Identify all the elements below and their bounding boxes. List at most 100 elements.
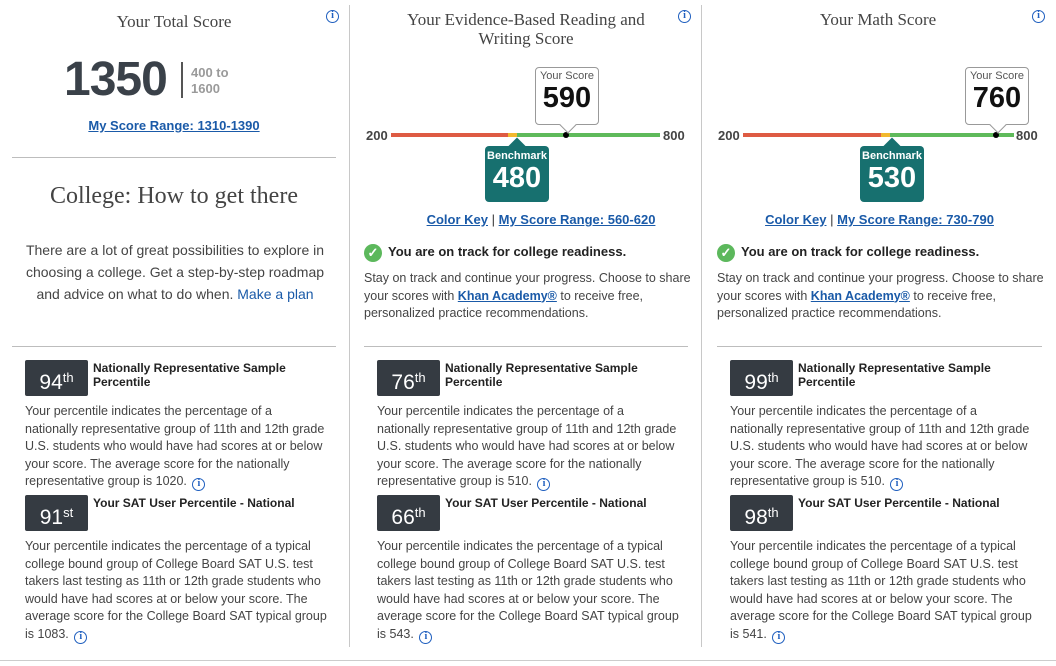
color-key-link[interactable]: Color Key <box>765 212 826 227</box>
benchmark-box: Benchmark 530 <box>860 137 924 202</box>
percentile-number: 94 <box>39 371 63 394</box>
college-title: College: How to get there <box>50 183 298 209</box>
your-score-box: Your Score 760 <box>965 67 1029 134</box>
khan-academy-link[interactable]: Khan Academy® <box>458 289 557 303</box>
user-percentile-text: Your percentile indicates the percentage… <box>377 538 682 644</box>
khan-academy-link[interactable]: Khan Academy® <box>811 289 910 303</box>
callout-pointer <box>559 116 577 134</box>
score-links: Color Key | My Score Range: 730-790 <box>703 212 1056 227</box>
percentile-suffix: th <box>767 505 779 520</box>
info-icon[interactable]: i <box>192 478 206 491</box>
section-divider <box>12 346 336 347</box>
my-score-range-link[interactable]: My Score Range: 1310-1390 <box>0 118 348 133</box>
range-min: 400 to <box>191 65 229 80</box>
section-divider <box>717 346 1042 347</box>
scale-max: 800 <box>1016 128 1038 143</box>
percentile-suffix: th <box>62 370 74 385</box>
user-percentile-text: Your percentile indicates the percentage… <box>25 538 330 644</box>
percentile-text: Your percentile indicates the percentage… <box>377 404 677 488</box>
my-score-range-link[interactable]: My Score Range: 560-620 <box>499 212 656 227</box>
national-percentile-badge: 99th <box>730 360 793 396</box>
score-links: Color Key | My Score Range: 560-620 <box>351 212 731 227</box>
track-yellow <box>881 133 890 137</box>
percentile-text: Your percentile indicates the percentage… <box>377 539 679 641</box>
advice-text: Stay on track and continue your progress… <box>717 270 1047 323</box>
your-score-value: 590 <box>542 82 592 114</box>
benchmark-box: Benchmark 480 <box>485 137 549 202</box>
info-icon[interactable]: i <box>1032 10 1045 23</box>
percentile-suffix: st <box>63 505 74 520</box>
national-percentile-badge: 76th <box>377 360 440 396</box>
info-icon[interactable]: i <box>537 478 551 491</box>
percentile-suffix: th <box>414 505 426 520</box>
bottom-divider <box>0 660 1056 661</box>
scale-min: 200 <box>366 128 388 143</box>
percentile-suffix: th <box>414 370 426 385</box>
user-percentile-badge: 91st <box>25 495 88 531</box>
advice-text: Stay on track and continue your progress… <box>364 270 694 323</box>
section-divider <box>364 346 688 347</box>
info-icon[interactable]: i <box>326 10 339 23</box>
percentile-number: 76 <box>391 371 415 394</box>
section-divider <box>12 157 336 158</box>
user-percentile-text: Your percentile indicates the percentage… <box>730 538 1035 644</box>
user-percentile-title: Your SAT User Percentile - National <box>798 496 1000 510</box>
national-percentile-badge: 94th <box>25 360 88 396</box>
separator: | <box>491 212 495 227</box>
your-score-value: 760 <box>972 82 1022 114</box>
checkmark-icon: ✓ <box>717 244 735 262</box>
on-track-message: You are on track for college readiness. <box>388 244 627 259</box>
info-icon[interactable]: i <box>419 630 433 644</box>
range-max: 1600 <box>191 81 220 96</box>
column-divider <box>349 5 350 647</box>
percentile-text: Your percentile indicates the percentage… <box>25 539 327 641</box>
percentile-number: 91 <box>39 506 64 529</box>
info-icon[interactable]: i <box>74 630 88 644</box>
benchmark-label: Benchmark <box>862 150 922 162</box>
total-score-value: 1350 <box>64 53 168 106</box>
college-description: There are a lot of great possibilities t… <box>24 239 326 305</box>
national-percentile-title: Nationally Representative Sample Percent… <box>93 361 286 389</box>
benchmark-value: 530 <box>867 162 917 194</box>
color-key-link[interactable]: Color Key <box>427 212 488 227</box>
percentile-text: Your percentile indicates the percentage… <box>730 539 1032 641</box>
total-score-column: Your Total Score i 1350 400 to 1600 My S… <box>0 0 348 650</box>
percentile-number: 98 <box>744 506 768 529</box>
national-percentile-text: Your percentile indicates the percentage… <box>377 403 677 491</box>
track-green <box>517 133 660 137</box>
benchmark-label: Benchmark <box>487 150 547 162</box>
info-icon[interactable]: i <box>772 630 786 644</box>
math-score-title: Your Math Score <box>819 10 937 29</box>
user-percentile-badge: 98th <box>730 495 793 531</box>
track-yellow <box>508 133 517 137</box>
national-percentile-text: Your percentile indicates the percentage… <box>25 403 325 491</box>
scale-max: 800 <box>663 128 685 143</box>
user-percentile-badge: 66th <box>377 495 440 531</box>
ebrw-score-column: Your Evidence-Based Reading and Writing … <box>351 0 701 650</box>
user-percentile-title: Your SAT User Percentile - National <box>93 496 295 510</box>
make-a-plan-link[interactable]: Make a plan <box>237 286 313 302</box>
scale-min: 200 <box>718 128 740 143</box>
percentile-text: Your percentile indicates the percentage… <box>25 404 325 488</box>
total-score-title: Your Total Score <box>116 12 232 31</box>
total-score-range: 400 to 1600 <box>191 65 241 97</box>
percentile-number: 66 <box>391 506 415 529</box>
your-score-label: Your Score <box>969 70 1025 82</box>
score-separator <box>181 62 183 98</box>
national-percentile-title: Nationally Representative Sample Percent… <box>445 361 638 389</box>
your-score-label: Your Score <box>539 70 595 82</box>
column-divider <box>701 5 702 647</box>
my-score-range-link[interactable]: My Score Range: 730-790 <box>837 212 994 227</box>
track-red <box>743 133 881 137</box>
percentile-suffix: th <box>767 370 779 385</box>
info-icon[interactable]: i <box>890 478 904 491</box>
callout-pointer <box>989 116 1007 134</box>
your-score-box: Your Score 590 <box>535 67 599 134</box>
on-track-message: You are on track for college readiness. <box>741 244 980 259</box>
math-score-column: Your Math Score i 200 800 Your Score 760… <box>703 0 1056 650</box>
info-icon[interactable]: i <box>678 10 691 23</box>
national-percentile-title: Nationally Representative Sample Percent… <box>798 361 991 389</box>
user-percentile-title: Your SAT User Percentile - National <box>445 496 647 510</box>
percentile-number: 99 <box>744 371 768 394</box>
percentile-text: Your percentile indicates the percentage… <box>730 404 1030 488</box>
